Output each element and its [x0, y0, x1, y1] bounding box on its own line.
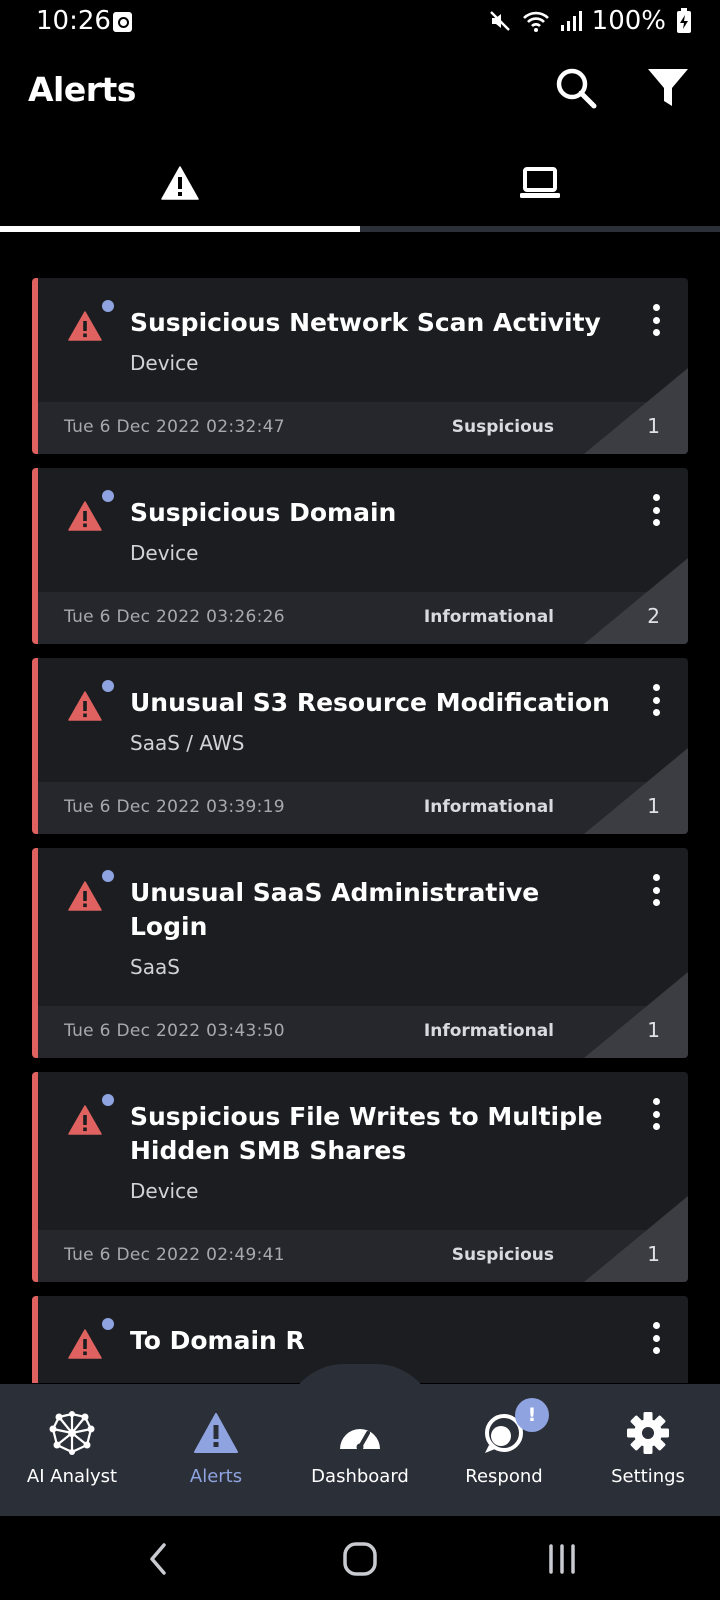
battery-charging-icon [677, 8, 691, 33]
tab-indicator [0, 226, 360, 232]
alert-score: 2 [647, 604, 660, 628]
alert-source: Device [130, 351, 199, 375]
system-recents-button[interactable] [532, 1534, 592, 1584]
filter-icon [648, 69, 688, 106]
alert-score: 1 [647, 414, 660, 438]
unread-dot [102, 870, 114, 882]
app-header: Alerts [0, 46, 720, 136]
nav-settings[interactable]: Settings [576, 1384, 720, 1516]
alert-source: Device [130, 541, 199, 565]
more-options-button[interactable] [646, 684, 666, 716]
signal-icon [560, 11, 582, 31]
more-options-button[interactable] [646, 1098, 666, 1130]
system-home-button[interactable] [330, 1534, 390, 1584]
alert-title: Suspicious Domain [130, 498, 397, 527]
alert-time: Tue 6 Dec 2022 02:49:41 [64, 1245, 285, 1265]
nav-ai-analyst[interactable]: AI Analyst [0, 1384, 144, 1516]
unread-dot [102, 680, 114, 692]
status-icons: 100% [488, 6, 692, 36]
recents-icon [549, 1544, 575, 1574]
alert-icon [194, 1413, 238, 1453]
system-nav-bar [0, 1516, 720, 1600]
warning-icon [68, 1329, 102, 1359]
alert-source: SaaS [130, 955, 180, 979]
score-corner [584, 1196, 688, 1282]
alert-title: Unusual SaaS Administrative Login [130, 878, 540, 941]
alert-card[interactable]: Unusual S3 Resource Modification SaaS / … [32, 658, 688, 834]
alert-category: Suspicious [451, 1245, 554, 1265]
alert-time: Tue 6 Dec 2022 02:32:47 [64, 417, 285, 437]
warning-icon [68, 691, 102, 721]
status-bar: 10:26 100% [0, 0, 720, 46]
alert-time: Tue 6 Dec 2022 03:43:50 [64, 1021, 285, 1041]
mute-icon [489, 11, 510, 31]
laptop-icon [520, 167, 560, 198]
bottom-nav: AI Analyst Alerts Dashboard ! Respond Se… [0, 1384, 720, 1516]
alert-card[interactable]: Suspicious File Writes to Multiple Hidde… [32, 1072, 688, 1282]
alert-title: Unusual S3 Resource Modification [130, 688, 610, 717]
alert-score: 1 [647, 794, 660, 818]
more-options-button[interactable] [646, 304, 666, 336]
tab-alerts[interactable] [0, 140, 360, 226]
screen-record-icon [113, 12, 132, 32]
alert-category: Informational [423, 607, 554, 627]
warning-icon [68, 311, 102, 341]
network-icon [49, 1411, 95, 1455]
alert-title: Suspicious File Writes to Multiple Hidde… [130, 1102, 603, 1165]
gauge-icon [340, 1429, 380, 1451]
system-back-button[interactable] [128, 1534, 188, 1584]
alert-card[interactable]: Unusual SaaS Administrative Login SaaS T… [32, 848, 688, 1058]
score-corner [584, 972, 688, 1058]
more-options-button[interactable] [646, 874, 666, 906]
score-corner [584, 558, 688, 644]
alert-category: Informational [423, 797, 554, 817]
chevron-left-icon [150, 1543, 166, 1575]
nav-label: Dashboard [311, 1466, 409, 1487]
status-time: 10:26 [36, 6, 111, 36]
page-title: Alerts [28, 70, 136, 109]
alert-source: Device [130, 1179, 199, 1203]
alert-card[interactable]: Suspicious Network Scan Activity Device … [32, 278, 688, 454]
unread-dot [102, 300, 114, 312]
alert-time: Tue 6 Dec 2022 03:39:19 [64, 797, 285, 817]
nav-label: Settings [611, 1466, 685, 1487]
score-corner [584, 368, 688, 454]
alert-score: 1 [647, 1242, 660, 1266]
warning-icon [161, 166, 199, 200]
alert-time: Tue 6 Dec 2022 03:26:26 [64, 607, 285, 627]
tab-bar [0, 140, 720, 232]
nav-alerts[interactable]: Alerts [144, 1384, 288, 1516]
nav-label: AI Analyst [26, 1466, 118, 1487]
filter-button[interactable] [640, 60, 696, 116]
more-options-button[interactable] [646, 494, 666, 526]
alert-list: Suspicious Network Scan Activity Device … [32, 278, 688, 1383]
alert-category: Suspicious [451, 417, 554, 437]
alert-title: To Domain R [130, 1326, 305, 1355]
warning-icon [68, 1105, 102, 1135]
tab-devices[interactable] [360, 140, 720, 226]
battery-percent: 100% [591, 6, 666, 36]
more-options-button[interactable] [646, 1322, 666, 1354]
search-icon [556, 68, 597, 109]
score-corner [584, 748, 688, 834]
alert-card[interactable]: Suspicious Domain Device Tue 6 Dec 2022 … [32, 468, 688, 644]
search-button[interactable] [548, 60, 604, 116]
gear-icon [627, 1412, 669, 1454]
alert-title: Suspicious Network Scan Activity [130, 308, 601, 337]
alert-category: Informational [423, 1021, 554, 1041]
wifi-icon [522, 11, 549, 32]
home-icon [343, 1542, 377, 1576]
alert-score: 1 [647, 1018, 660, 1042]
notification-badge: ! [515, 1398, 549, 1432]
alert-source: SaaS / AWS [130, 731, 245, 755]
nav-label: Alerts [189, 1466, 243, 1487]
warning-icon [68, 881, 102, 911]
nav-respond[interactable]: ! Respond [432, 1384, 576, 1516]
unread-dot [102, 1318, 114, 1330]
warning-icon [68, 501, 102, 531]
unread-dot [102, 490, 114, 502]
unread-dot [102, 1094, 114, 1106]
nav-label: Respond [465, 1466, 543, 1487]
nav-dashboard[interactable]: Dashboard [288, 1384, 432, 1516]
